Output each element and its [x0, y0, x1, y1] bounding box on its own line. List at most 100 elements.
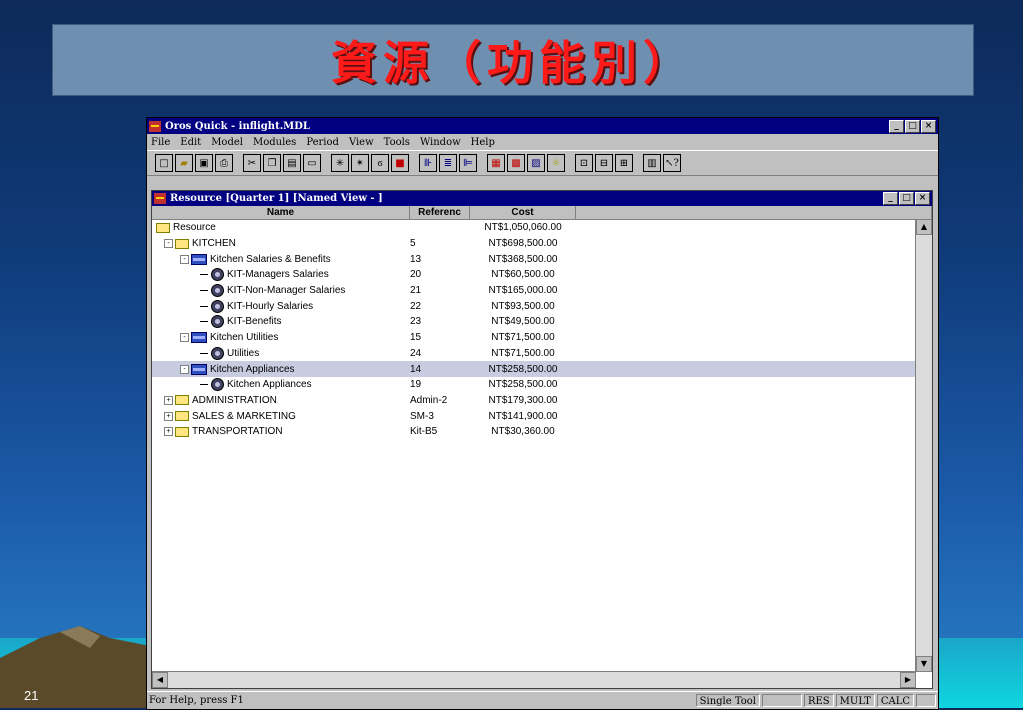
minimize-button[interactable]: _ [889, 119, 904, 133]
expand-icon[interactable]: + [164, 411, 173, 421]
column-header-reference[interactable]: Referenc [410, 206, 470, 219]
cell-name: - Kitchen Utilities [152, 330, 410, 346]
grid-icon[interactable]: ▦ [487, 154, 505, 172]
column-header-name[interactable]: Name [152, 206, 410, 219]
folder-up-icon[interactable]: ⊡ [575, 154, 593, 172]
row-reference: 23 [410, 316, 422, 328]
cell-name: - Kitchen Salaries & Benefits [152, 251, 410, 267]
horizontal-scrollbar[interactable]: ◀ ▶ [152, 671, 916, 688]
tree-row[interactable]: KIT-Hourly Salaries 22 NT$93,500.00 [152, 298, 932, 314]
idea-icon[interactable]: ☼ [547, 154, 565, 172]
menu-view[interactable]: View [349, 137, 374, 148]
tree-row[interactable]: Utilities 24 NT$71,500.00 [152, 346, 932, 362]
expand-icon[interactable]: + [164, 427, 173, 437]
tree-node: KIT-Benefits [200, 314, 281, 330]
tree-row[interactable]: - Kitchen Appliances 14 NT$258,500.00 [152, 361, 932, 377]
menu-modules[interactable]: Modules [253, 137, 296, 148]
scroll-right-icon[interactable]: ▶ [900, 672, 916, 688]
scroll-down-icon[interactable]: ▼ [916, 656, 932, 672]
child-minimize-button[interactable]: _ [883, 192, 898, 205]
print-icon[interactable]: ⎙ [215, 154, 233, 172]
tree-row[interactable]: + SALES & MARKETING SM-3 NT$141,900.00 [152, 408, 932, 424]
scroll-up-icon[interactable]: ▲ [916, 219, 932, 235]
cell-name: KIT-Managers Salaries [152, 267, 410, 283]
row-cost: NT$71,500.00 [491, 347, 555, 359]
row-reference: 24 [410, 347, 422, 359]
tree-node: Kitchen Appliances [200, 377, 312, 393]
row-cost: NT$141,900.00 [488, 410, 558, 422]
child-close-button[interactable]: × [915, 192, 930, 205]
collapse-icon[interactable]: - [180, 333, 189, 343]
tree-view-icon[interactable]: ≣ [439, 154, 457, 172]
scroll-left-icon[interactable]: ◀ [152, 672, 168, 688]
child-maximize-button[interactable]: □ [899, 192, 914, 205]
folder-icon[interactable]: ⊟ [595, 154, 613, 172]
tree-row[interactable]: KIT-Managers Salaries 20 NT$60,500.00 [152, 267, 932, 283]
collapse-icon[interactable]: - [164, 239, 173, 249]
tree-connector [200, 305, 208, 307]
tree-row[interactable]: Resource NT$1,050,060.00 [152, 220, 932, 236]
row-name: Kitchen Appliances [227, 379, 312, 391]
row-cost: NT$1,050,060.00 [484, 222, 562, 234]
row-name: SALES & MARKETING [192, 410, 296, 422]
delete-icon[interactable]: ■ [391, 154, 409, 172]
tree-row[interactable]: - Kitchen Salaries & Benefits 13 NT$368,500… [152, 251, 932, 267]
close-button[interactable]: × [921, 119, 936, 133]
cell-name: Utilities [152, 346, 410, 362]
menu-period[interactable]: Period [306, 137, 339, 148]
expand-icon[interactable]: + [164, 395, 173, 405]
collapse-icon[interactable]: - [180, 364, 189, 374]
column-header-cost[interactable]: Cost [470, 206, 576, 219]
tree-row[interactable]: - KITCHEN 5 NT$698,500.00 [152, 236, 932, 252]
tree-row[interactable]: + TRANSPORTATION Kit-B5 NT$30,360.00 [152, 424, 932, 440]
tree-row[interactable]: + ADMINISTRATION Admin-2 NT$179,300.00 [152, 393, 932, 409]
row-name: Resource [173, 222, 216, 234]
menu-file[interactable]: File [151, 137, 170, 148]
app-titlebar: Oros Quick - inflight.MDL _ □ × [147, 118, 938, 134]
chart-icon[interactable]: ▨ [527, 154, 545, 172]
tree-connector [200, 321, 208, 323]
new-child-icon[interactable]: ✴ [351, 154, 369, 172]
row-cost: NT$30,360.00 [491, 426, 555, 438]
cell-name: KIT-Non-Manager Salaries [152, 283, 410, 299]
folder-down-icon[interactable]: ⊞ [615, 154, 633, 172]
open-icon[interactable]: ▰ [175, 154, 193, 172]
tree-row[interactable]: Kitchen Appliances 19 NT$258,500.00 [152, 377, 932, 393]
paste-special-icon[interactable]: ▭ [303, 154, 321, 172]
menu-edit[interactable]: Edit [180, 137, 201, 148]
new-item-icon[interactable]: ✳ [331, 154, 349, 172]
collapse-icon[interactable]: - [180, 254, 189, 264]
tree-row[interactable]: KIT-Benefits 23 NT$49,500.00 [152, 314, 932, 330]
restore-button[interactable]: □ [905, 119, 920, 133]
calculate-icon[interactable]: ▥ [643, 154, 661, 172]
row-reference: 13 [410, 253, 422, 265]
tree-row[interactable]: KIT-Non-Manager Salaries 21 NT$165,000.00 [152, 283, 932, 299]
table-icon [191, 363, 207, 375]
outdent-icon[interactable]: ⊫ [459, 154, 477, 172]
menu-tools[interactable]: Tools [384, 137, 410, 148]
graph-icon[interactable]: ▩ [507, 154, 525, 172]
copy-icon[interactable]: ❐ [263, 154, 281, 172]
new-icon[interactable]: □ [155, 154, 173, 172]
row-reference: 22 [410, 300, 422, 312]
slide-title-banner: 資源（功能別） [52, 24, 974, 96]
menu-model[interactable]: Model [211, 137, 243, 148]
tree-row[interactable]: - Kitchen Utilities 15 NT$71,500.00 [152, 330, 932, 346]
status-blank [761, 694, 802, 707]
paste-icon[interactable]: ▤ [283, 154, 301, 172]
menu-window[interactable]: Window [420, 137, 461, 148]
link-icon[interactable]: ϭ [371, 154, 389, 172]
tree-node: + TRANSPORTATION [164, 424, 283, 440]
cut-icon[interactable]: ✂ [243, 154, 261, 172]
help-pointer-icon[interactable]: ↖? [663, 154, 681, 172]
menu-bar: File Edit Model Modules Period View Tool… [147, 134, 938, 150]
tree-node: KIT-Non-Manager Salaries [200, 283, 345, 299]
folder-icon [156, 222, 170, 233]
save-icon[interactable]: ▣ [195, 154, 213, 172]
row-reference: 15 [410, 332, 422, 344]
app-window: Oros Quick - inflight.MDL _ □ × File Edi… [146, 117, 939, 710]
vertical-scrollbar[interactable]: ▲ ▼ [915, 219, 932, 672]
row-reference: 20 [410, 269, 422, 281]
menu-help[interactable]: Help [471, 137, 495, 148]
indent-icon[interactable]: ⊪ [419, 154, 437, 172]
